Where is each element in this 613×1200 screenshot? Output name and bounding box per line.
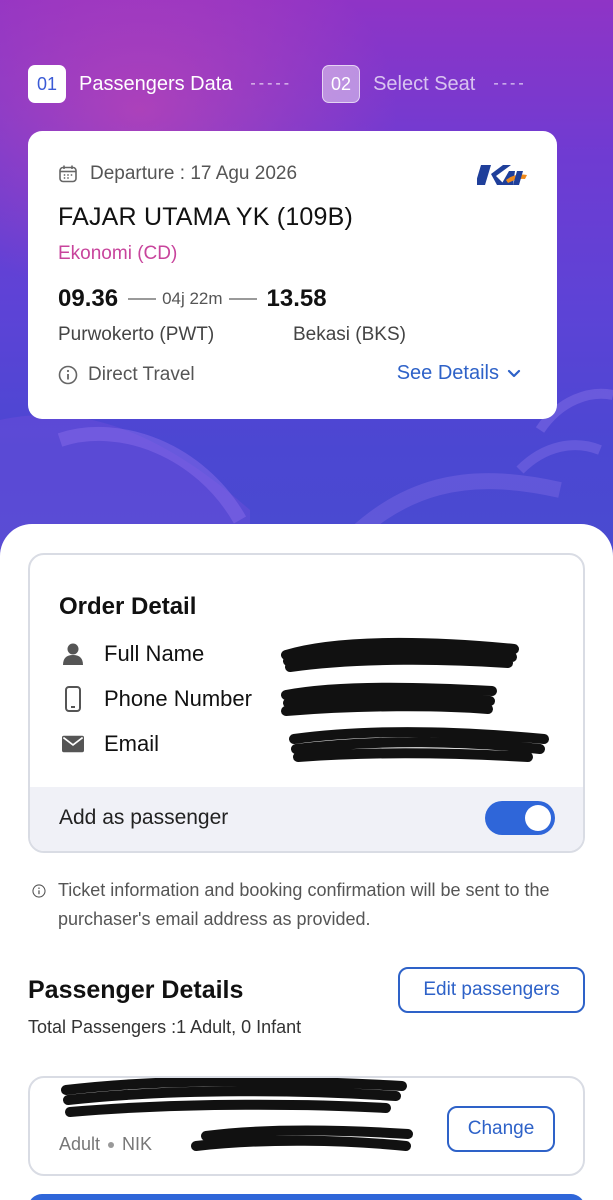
departure-row: Departure : 17 Agu 2026 bbox=[58, 163, 297, 185]
step-connector-tail: ---- bbox=[493, 75, 527, 92]
trip-summary-card: Departure : 17 Agu 2026 FAJAR UTAMA YK (… bbox=[28, 131, 557, 419]
add-as-passenger-row: Add as passenger bbox=[30, 787, 583, 851]
train-name: FAJAR UTAMA YK (109B) bbox=[58, 203, 354, 231]
passenger-details-title: Passenger Details bbox=[28, 976, 244, 1004]
departure-time: 09.36 bbox=[58, 285, 119, 312]
step-1-number: 01 bbox=[28, 65, 66, 103]
info-icon bbox=[32, 884, 46, 898]
progress-stepper: 01 Passengers Data ----- 02 Select Seat … bbox=[28, 65, 613, 103]
redacted-full-name bbox=[281, 637, 519, 672]
time-row: 09.36 04j 22m 13.58 bbox=[58, 285, 327, 313]
phone-number-label: Phone Number bbox=[104, 686, 252, 711]
see-details-link[interactable]: See Details bbox=[397, 362, 521, 385]
see-details-label: See Details bbox=[396, 362, 499, 384]
add-as-passenger-toggle[interactable] bbox=[485, 801, 555, 835]
email-label: Email bbox=[104, 731, 160, 756]
destination-station: Bekasi (BKS) bbox=[293, 324, 406, 345]
duration-line-left bbox=[128, 298, 157, 300]
train-class: Ekonomi (CD) bbox=[58, 243, 178, 264]
booking-sheet: Order Detail Full Name Phone Number Emai… bbox=[0, 524, 613, 1200]
trip-duration: 04j 22m bbox=[162, 289, 223, 308]
email-info-note: Ticket information and booking confirmat… bbox=[32, 876, 572, 934]
add-as-passenger-label: Add as passenger bbox=[59, 806, 229, 829]
total-passengers: Total Passengers :1 Adult, 0 Infant bbox=[28, 1017, 302, 1037]
travel-type-row: Direct Travel bbox=[58, 364, 195, 386]
order-row-full-name: Full Name bbox=[62, 641, 204, 667]
redacted-phone-number bbox=[281, 682, 497, 716]
info-icon bbox=[58, 365, 78, 385]
origin-station: Purwokerto (PWT) bbox=[58, 324, 215, 345]
change-passenger-button[interactable]: Change bbox=[447, 1106, 555, 1152]
duration-line-right bbox=[228, 298, 257, 300]
toggle-knob bbox=[525, 805, 551, 831]
step-1-label: Passengers Data bbox=[79, 72, 233, 95]
travel-type: Direct Travel bbox=[88, 364, 195, 385]
order-row-phone: Phone Number bbox=[62, 686, 252, 712]
mail-icon bbox=[62, 735, 84, 753]
order-row-email: Email bbox=[62, 731, 159, 757]
edit-passengers-button[interactable]: Edit passengers bbox=[398, 967, 585, 1013]
arrival-time: 13.58 bbox=[266, 285, 327, 312]
order-detail-title: Order Detail bbox=[59, 593, 197, 620]
person-icon bbox=[63, 643, 83, 665]
phone-icon bbox=[65, 686, 81, 712]
step-2-label: Select Seat bbox=[373, 72, 476, 95]
info-note-text: Ticket information and booking confirmat… bbox=[57, 880, 550, 929]
passenger-card: Adult NIK Change bbox=[28, 1076, 585, 1176]
calendar-icon bbox=[59, 165, 77, 183]
redacted-passenger-name bbox=[61, 1078, 413, 1151]
full-name-label: Full Name bbox=[104, 641, 205, 666]
kai-logo bbox=[477, 165, 527, 185]
chevron-down-icon bbox=[507, 369, 521, 377]
primary-action-button[interactable] bbox=[28, 1194, 585, 1200]
redacted-email bbox=[289, 727, 549, 762]
step-2-number: 02 bbox=[322, 65, 361, 103]
step-connector: ----- bbox=[250, 75, 293, 92]
order-detail-card: Order Detail Full Name Phone Number Emai… bbox=[28, 553, 585, 853]
departure-date: Departure : 17 Agu 2026 bbox=[90, 163, 298, 184]
